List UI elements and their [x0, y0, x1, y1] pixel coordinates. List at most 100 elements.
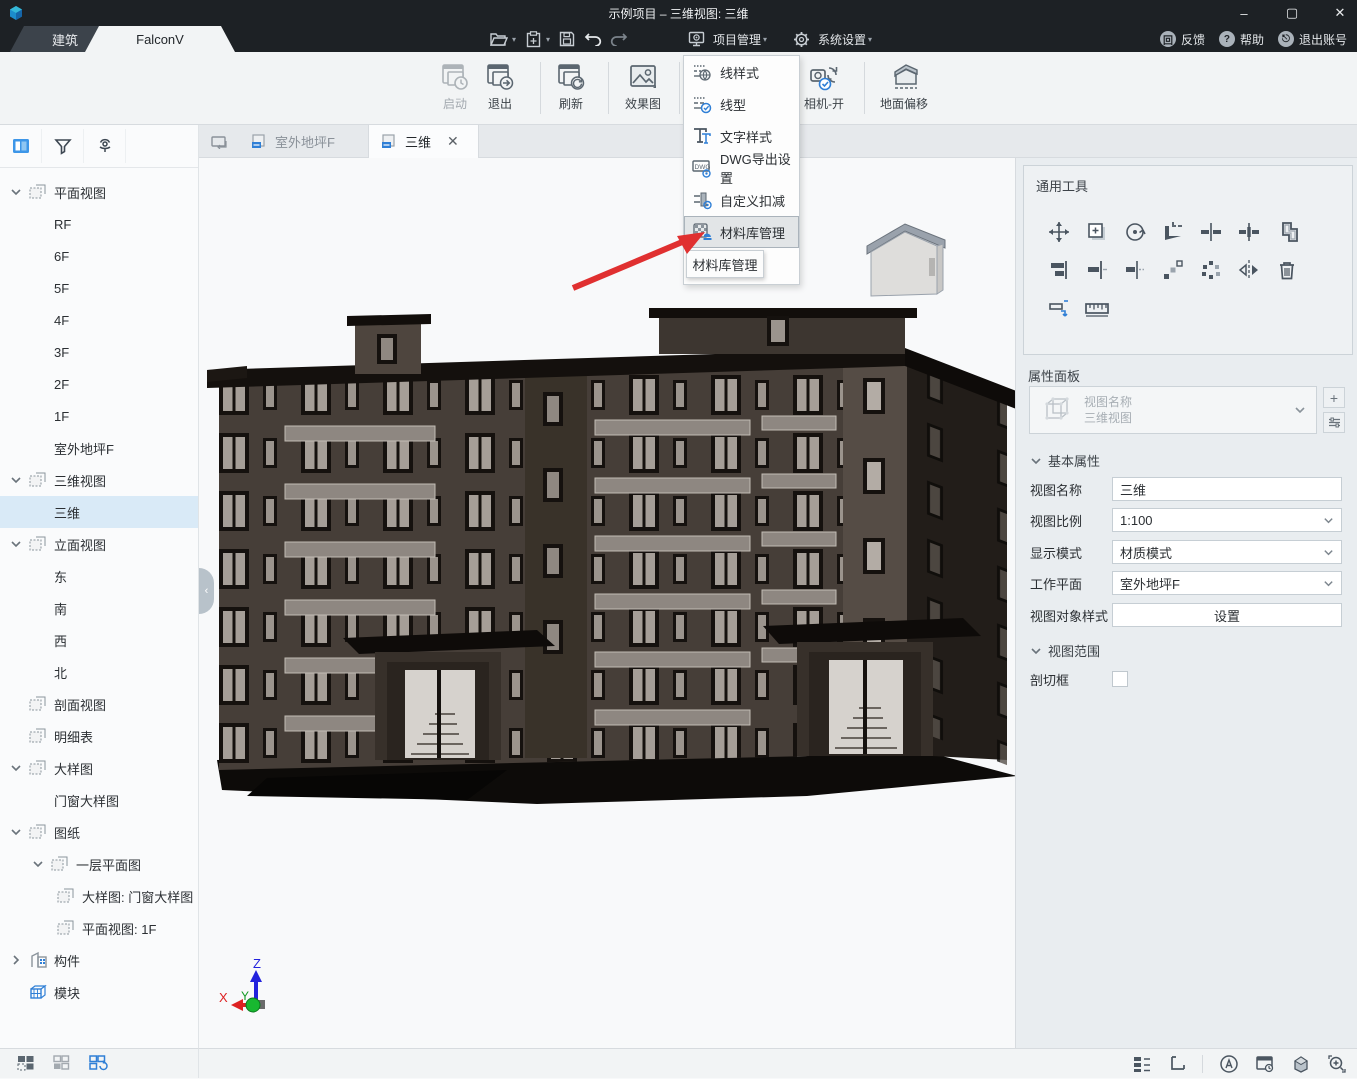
split-tool-icon[interactable] [1192, 213, 1230, 251]
project-management-menu[interactable]: 项目管理 ▾ [685, 26, 769, 52]
mirror-tool-icon[interactable] [1230, 251, 1268, 289]
open-file-icon[interactable] [488, 28, 510, 50]
tree-item-first-floor-sheet[interactable]: 一层平面图 [0, 848, 198, 880]
tree-item-1f[interactable]: 1F [0, 400, 198, 432]
save-icon[interactable] [556, 28, 578, 50]
tree-item-rf[interactable]: RF [0, 208, 198, 240]
object-style-settings-button[interactable]: 设置 [1112, 603, 1342, 627]
work-plane-select[interactable]: 室外地坪F [1112, 571, 1342, 595]
display-mode-select[interactable]: 材质模式 [1112, 540, 1342, 564]
tree-item-detail-views[interactable]: 大样图 [0, 752, 198, 784]
align-edge-tool-icon[interactable] [1116, 251, 1154, 289]
panel-layout-button[interactable] [0, 129, 42, 163]
view-tab-3d[interactable]: 三维 ✕ [369, 125, 479, 158]
tree-item-3f[interactable]: 3F [0, 336, 198, 368]
menu-item-material-library[interactable]: 材料库管理 [684, 216, 799, 248]
system-settings-menu[interactable]: 系统设置 ▾ [790, 26, 874, 52]
align-offset-tool-icon[interactable] [1078, 251, 1116, 289]
annotation-toggle-icon[interactable] [1219, 1054, 1239, 1074]
tree-item-3d-views[interactable]: 三维视图 [0, 464, 198, 496]
paste-icon[interactable] [522, 28, 544, 50]
logout-button[interactable]: ⎋退出账号 [1278, 31, 1347, 48]
tree-item-door-window-detail[interactable]: 门窗大样图 [0, 784, 198, 816]
trim-extend-tool-icon[interactable] [1154, 213, 1192, 251]
filter-button[interactable] [42, 129, 84, 163]
section-box-checkbox[interactable] [1112, 671, 1128, 687]
feedback-icon: 回 [1160, 31, 1176, 47]
property-filter-button[interactable] [1323, 412, 1345, 433]
render-image-button[interactable]: 效果图 [613, 60, 673, 118]
tree-item-schedules[interactable]: 明细表 [0, 720, 198, 752]
tree-item-west[interactable]: 西 [0, 624, 198, 656]
locate-button[interactable] [84, 129, 126, 163]
menu-tooltip: 材料库管理 [686, 250, 764, 278]
offset-tool-icon[interactable] [1040, 289, 1078, 327]
tree-item-south[interactable]: 南 [0, 592, 198, 624]
tree-item-2f[interactable]: 2F [0, 368, 198, 400]
ribbon-tab-falconv[interactable]: FalconV [85, 26, 235, 52]
paste-caret-icon[interactable]: ▾ [546, 35, 550, 44]
type-selector-line2: 三维视图 [1084, 410, 1294, 426]
properties-toggle-icon[interactable] [1132, 1055, 1152, 1073]
refresh-button[interactable]: 刷新 [542, 60, 600, 118]
close-button[interactable]: ✕ [1331, 5, 1349, 21]
feedback-button[interactable]: 回反馈 [1160, 31, 1205, 48]
view-name-input[interactable] [1112, 477, 1342, 501]
minimize-button[interactable]: – [1235, 6, 1253, 21]
align-tool-icon[interactable] [1040, 251, 1078, 289]
tree-item-components[interactable]: 构件 [0, 944, 198, 976]
open-file-caret-icon[interactable]: ▾ [512, 35, 516, 44]
array-tool-icon[interactable] [1154, 251, 1192, 289]
tree-item-6f[interactable]: 6F [0, 240, 198, 272]
help-button[interactable]: ?帮助 [1219, 31, 1264, 48]
undo-icon[interactable] [582, 28, 604, 50]
add-property-button[interactable]: + [1323, 387, 1345, 408]
measure-tool-icon[interactable] [1078, 289, 1116, 327]
view-history-icon[interactable] [1255, 1055, 1275, 1073]
rotate-tool-icon[interactable] [1116, 213, 1154, 251]
menu-item-text-style[interactable]: 文字样式 [684, 120, 799, 152]
tree-item-modules[interactable]: 模块 [0, 976, 198, 1008]
copy-tool-icon[interactable] [1078, 213, 1116, 251]
layout-grid-icon[interactable] [50, 1054, 72, 1074]
view-tab-site-plan[interactable]: 室外地坪F [239, 125, 369, 158]
menu-item-line-type[interactable]: 线型 [684, 88, 799, 120]
close-tab-icon[interactable]: ✕ [447, 133, 459, 150]
tree-item-site-plan[interactable]: 室外地坪F [0, 432, 198, 464]
type-selector[interactable]: 视图名称 三维视图 [1029, 386, 1317, 434]
view-scale-select[interactable]: 1:100 [1112, 508, 1342, 532]
tree-item-north[interactable]: 北 [0, 656, 198, 688]
ground-offset-button[interactable]: 地面偏移 [872, 60, 936, 118]
crop-region-icon[interactable] [1168, 1055, 1186, 1073]
tree-item-5f[interactable]: 5F [0, 272, 198, 304]
camera-toggle-button[interactable]: 相机-开 [792, 60, 856, 118]
layout-reset-icon[interactable] [86, 1054, 110, 1074]
tree-item-east[interactable]: 东 [0, 560, 198, 592]
tree-item-elevation-views[interactable]: 立面视图 [0, 528, 198, 560]
section-view-range[interactable]: 视图范围 [1030, 641, 1100, 660]
tree-item-section-views[interactable]: 剖面视图 [0, 688, 198, 720]
tree-item-4f[interactable]: 4F [0, 304, 198, 336]
switch-windows-button[interactable] [205, 130, 235, 154]
delete-tool-icon[interactable] [1268, 251, 1306, 289]
exit-button[interactable]: 退出 [471, 60, 529, 118]
tree-item-3d[interactable]: 三维 [0, 496, 198, 528]
menu-item-line-style[interactable]: 线样式 [684, 56, 799, 88]
tree-item-sheet-plan-1f[interactable]: 平面视图: 1F [0, 912, 198, 944]
shaded-mode-icon[interactable] [1291, 1054, 1311, 1074]
move-tool-icon[interactable] [1040, 213, 1078, 251]
redo-icon[interactable] [608, 28, 630, 50]
zoom-selection-icon[interactable] [1327, 1054, 1347, 1074]
tree-item-sheet-detail[interactable]: 大样图: 门窗大样图 [0, 880, 198, 912]
radial-array-tool-icon[interactable] [1192, 251, 1230, 289]
tree-item-plan-views[interactable]: 平面视图 [0, 176, 198, 208]
menu-item-custom-deduction[interactable]: 自定义扣减 [684, 184, 799, 216]
menu-item-dwg-export[interactable]: DWG DWG导出设置 [684, 152, 799, 184]
layout-single-icon[interactable] [14, 1054, 36, 1074]
section-basic-properties[interactable]: 基本属性 [1030, 451, 1100, 470]
model-canvas[interactable]: Z X Y ‹ [199, 158, 1015, 1048]
split-gap-tool-icon[interactable] [1230, 213, 1268, 251]
maximize-button[interactable]: ▢ [1283, 5, 1301, 21]
create-similar-tool-icon[interactable] [1268, 213, 1306, 251]
tree-item-sheets[interactable]: 图纸 [0, 816, 198, 848]
